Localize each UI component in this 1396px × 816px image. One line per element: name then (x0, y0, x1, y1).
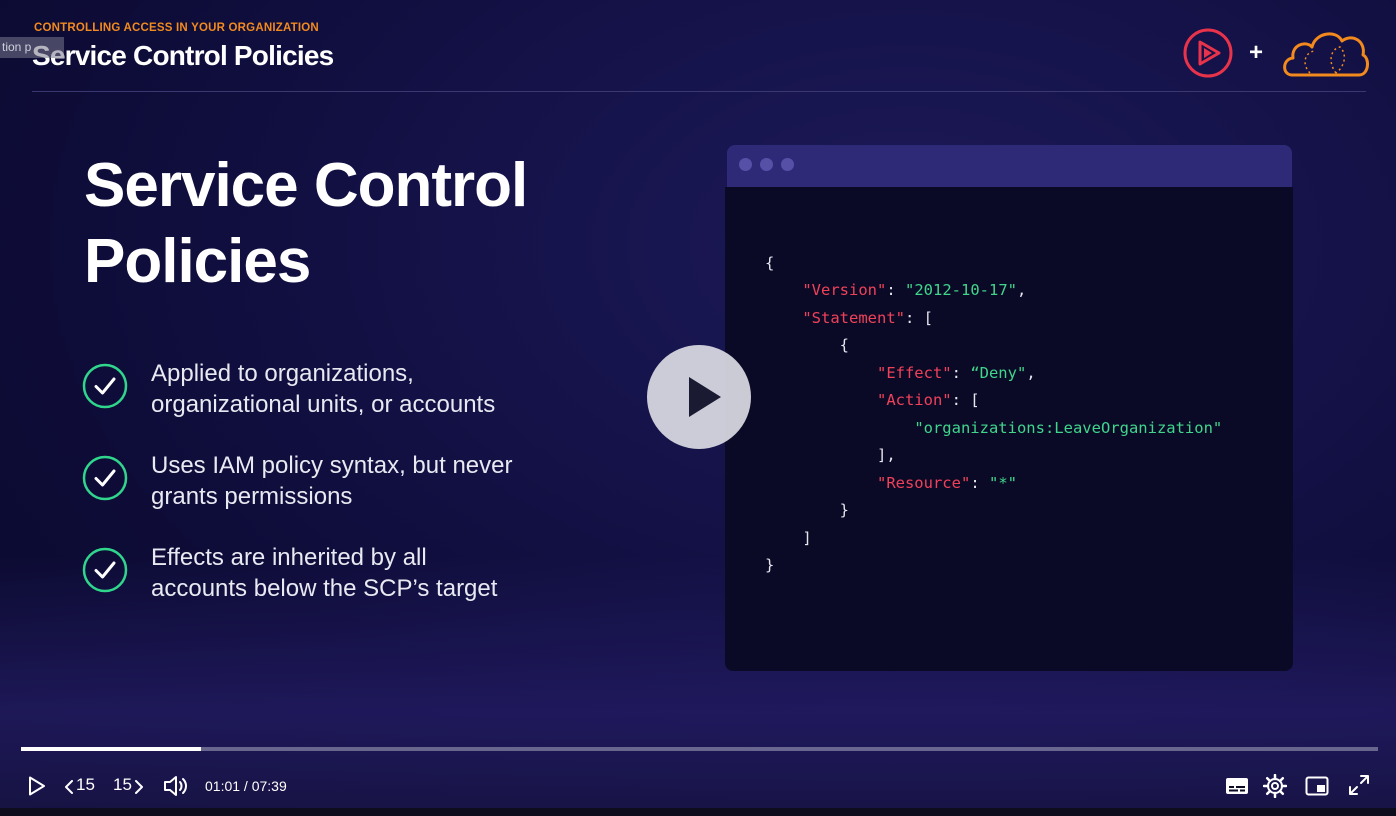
bullet-text: Uses IAM policy syntax, but never grants… (151, 450, 571, 512)
player-bottom-strip (0, 808, 1396, 816)
time-display: 01:01 / 07:39 (205, 778, 287, 794)
play-icon[interactable] (28, 776, 46, 796)
bullet-text-line: Applied to organizations, (151, 360, 414, 387)
progress-bar-fill (21, 747, 201, 751)
code-punct: } (765, 556, 775, 574)
bullet-text: Applied to organizations, organizational… (151, 358, 571, 420)
window-dot-icon (760, 158, 773, 171)
code-line: } (765, 555, 774, 575)
cloud-logo-icon (1283, 32, 1369, 77)
volume-icon[interactable] (163, 774, 189, 798)
code-key: "Resource" (876, 474, 971, 492)
tooltip-fragment: tion p (0, 37, 64, 58)
code-line: "Statement": [ (765, 308, 933, 328)
code-punct: { (765, 254, 775, 272)
code-string: "2012-10-17" (905, 281, 1017, 299)
bullet-text: Effects are inherited by all accounts be… (151, 542, 571, 604)
picture-in-picture-icon[interactable] (1305, 775, 1329, 797)
code-punct: , (1026, 364, 1036, 382)
slide-title-line-1: Service Control (84, 151, 528, 220)
code-body: { "Version": "2012-10-17", "Statement": … (725, 187, 1293, 671)
code-line: ], (765, 445, 896, 465)
code-key: "Version" (802, 281, 887, 299)
slide-kicker: CONTROLLING ACCESS IN YOUR ORGANIZATION (34, 22, 319, 34)
code-punct: : [ (951, 391, 980, 409)
player-controls: 15 15 01:01 / 07:39 (0, 764, 1396, 808)
code-line: } (765, 500, 849, 520)
skip-forward-label: 15 (113, 775, 132, 794)
check-circle-icon (82, 363, 128, 409)
check-circle-icon (82, 547, 128, 593)
slide-header-title: Service Control Policies (32, 40, 334, 71)
bullet-text-line: Uses IAM policy syntax, but never (151, 452, 513, 479)
code-string: "organizations:LeaveOrganization" (914, 419, 1223, 437)
window-dot-icon (781, 158, 794, 171)
pluralsight-logo-icon (1183, 28, 1233, 78)
code-punct: ] (802, 529, 812, 547)
window-dot-icon (739, 158, 752, 171)
progress-bar[interactable] (21, 747, 1378, 751)
code-key: "Statement" (802, 309, 905, 327)
skip-forward-button[interactable]: 15 (113, 774, 147, 798)
code-punct: : (886, 281, 905, 299)
code-punct: ], (876, 446, 896, 464)
code-key: "Action" (876, 391, 952, 409)
code-string: "*" (988, 474, 1017, 492)
skip-back-label: 15 (76, 775, 95, 794)
code-line: "Resource": "*" (765, 473, 1017, 493)
slide-title-line-2: Policies (84, 227, 311, 296)
code-window: { "Version": "2012-10-17", "Statement": … (725, 145, 1293, 671)
code-line: { (765, 335, 849, 355)
code-punct: , (1016, 281, 1027, 299)
slide-title: Service Control Policies (84, 148, 528, 300)
bullet-text-line: Effects are inherited by all (151, 544, 427, 571)
logo-plus-sign: + (1249, 39, 1264, 66)
fullscreen-icon[interactable] (1348, 774, 1370, 796)
code-punct: : (970, 474, 989, 492)
bullet-text-line: accounts below the SCP’s target (151, 575, 498, 602)
header-divider (32, 91, 1366, 92)
code-line: { (765, 253, 774, 273)
code-line: ] (765, 528, 812, 548)
code-line: "organizations:LeaveOrganization" (765, 418, 1222, 438)
bullet-text-line: grants permissions (151, 483, 353, 510)
video-player[interactable]: CONTROLLING ACCESS IN YOUR ORGANIZATION … (0, 0, 1396, 816)
code-punct: { (839, 336, 849, 354)
code-key: "Effect" (876, 364, 952, 382)
check-circle-icon (82, 455, 128, 501)
code-string: “Deny" (970, 364, 1027, 382)
bullet-text-line: organizational units, or accounts (151, 391, 496, 418)
code-punct: } (839, 501, 849, 519)
settings-icon[interactable] (1263, 774, 1287, 798)
code-punct: : (951, 364, 971, 382)
skip-back-icon (65, 780, 73, 794)
code-window-titlebar (727, 145, 1292, 189)
code-line: "Version": "2012-10-17", (765, 280, 1026, 300)
skip-forward-icon (135, 780, 143, 794)
code-punct: : [ (904, 309, 933, 327)
captions-icon[interactable] (1225, 776, 1249, 796)
code-line: "Action": [ (765, 390, 980, 410)
code-line: "Effect": “Deny", (765, 363, 1036, 383)
center-play-button[interactable] (647, 345, 751, 449)
